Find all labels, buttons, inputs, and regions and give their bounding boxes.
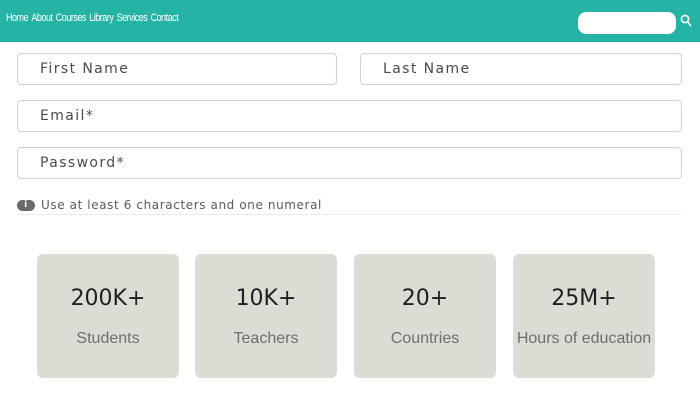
stat-value: 20+ [401, 286, 449, 311]
stat-label: Countries [390, 330, 460, 347]
stat-card-students: 200K+ Students [37, 254, 179, 378]
stat-card-hours: 25M+ Hours of education [513, 254, 655, 378]
stat-label: Students [76, 330, 140, 347]
password-input[interactable] [18, 148, 681, 178]
email-field[interactable] [17, 100, 682, 132]
stat-card-teachers: 10K+ Teachers [195, 254, 337, 378]
password-hint: i Use at least 6 characters and one nume… [17, 198, 322, 212]
info-icon: i [17, 199, 35, 211]
stat-value: 10K+ [235, 286, 297, 311]
password-hint-text: Use at least 6 characters and one numera… [41, 198, 322, 212]
first-name-input[interactable] [18, 54, 336, 84]
nav-link-library[interactable]: Library [89, 12, 114, 24]
stat-label: Teachers [233, 330, 299, 347]
last-name-input[interactable] [361, 54, 681, 84]
email-input[interactable] [18, 101, 681, 131]
nav-link-home[interactable]: Home [6, 12, 29, 24]
nav-link-contact[interactable]: Contact [151, 12, 179, 24]
stat-value: 200K+ [70, 286, 146, 311]
nav-link-services[interactable]: Services [117, 12, 148, 24]
last-name-field[interactable] [360, 53, 682, 85]
stat-label: Hours of education [516, 330, 652, 347]
nav-link-courses[interactable]: Courses [56, 12, 87, 24]
divider [17, 214, 682, 215]
nav-link-about[interactable]: About [31, 12, 53, 24]
stat-value: 25M+ [551, 286, 617, 311]
password-field[interactable] [17, 147, 682, 179]
search-icon[interactable] [679, 13, 693, 29]
top-navbar: Home About Courses Library Services Cont… [0, 0, 700, 42]
stat-card-countries: 20+ Countries [354, 254, 496, 378]
nav-links: Home About Courses Library Services Cont… [6, 12, 179, 24]
search-input[interactable] [578, 12, 676, 34]
first-name-field[interactable] [17, 53, 337, 85]
